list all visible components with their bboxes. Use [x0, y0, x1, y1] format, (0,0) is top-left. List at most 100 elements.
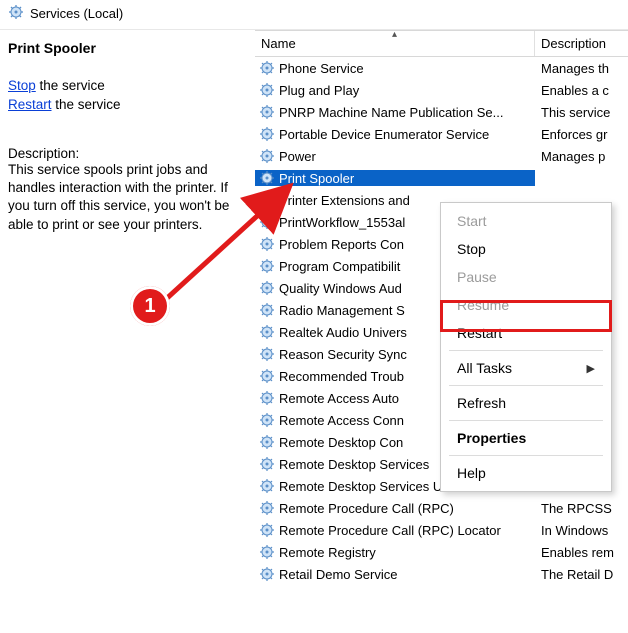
- stop-suffix: the service: [36, 78, 105, 93]
- service-row[interactable]: Remote Procedure Call (RPC) The RPCSS: [255, 497, 628, 519]
- menu-properties[interactable]: Properties: [443, 424, 609, 452]
- service-desc-cell: Enforces gr: [535, 127, 628, 142]
- service-name-text: Reason Security Sync: [279, 347, 407, 362]
- menu-resume: Resume: [443, 291, 609, 319]
- service-gear-icon: [259, 478, 275, 494]
- service-row[interactable]: Remote Procedure Call (RPC) Locator In Wi…: [255, 519, 628, 541]
- service-gear-icon: [259, 346, 275, 362]
- service-name-cell: Plug and Play: [255, 82, 535, 98]
- service-row[interactable]: Retail Demo Service The Retail D: [255, 563, 628, 585]
- menu-resume-label: Resume: [457, 297, 509, 313]
- service-gear-icon: [259, 412, 275, 428]
- service-row[interactable]: PNRP Machine Name Publication Se...This …: [255, 101, 628, 123]
- service-gear-icon: [259, 500, 275, 516]
- service-gear-icon: [259, 60, 275, 76]
- service-desc-cell: Manages th: [535, 61, 628, 76]
- menu-restart-label: Restart: [457, 325, 502, 341]
- stop-link[interactable]: Stop: [8, 78, 36, 93]
- description-text: This service spools print jobs and handl…: [8, 161, 247, 234]
- service-name-text: Portable Device Enumerator Service: [279, 127, 489, 142]
- service-name-text: Remote Procedure Call (RPC) Locator: [279, 523, 501, 538]
- menu-separator: [449, 385, 603, 386]
- service-gear-icon: [259, 302, 275, 318]
- service-name-cell: Retail Demo Service: [255, 566, 535, 582]
- context-menu: Start Stop Pause Resume Restart All Task…: [440, 202, 612, 492]
- menu-all-tasks-label: All Tasks: [457, 360, 512, 376]
- service-desc-cell: Manages p: [535, 149, 628, 164]
- service-gear-icon: [259, 280, 275, 296]
- menu-refresh[interactable]: Refresh: [443, 389, 609, 417]
- service-name-text: Power: [279, 149, 316, 164]
- service-gear-icon: [259, 82, 275, 98]
- service-gear-icon: [259, 258, 275, 274]
- service-name-text: Remote Access Auto: [279, 391, 399, 406]
- menu-start-label: Start: [457, 213, 487, 229]
- service-row[interactable]: Print Spooler: [255, 167, 628, 189]
- service-gear-icon: [259, 236, 275, 252]
- service-name-cell: Remote Procedure Call (RPC): [255, 500, 535, 516]
- menu-help-label: Help: [457, 465, 486, 481]
- restart-service-line: Restart the service: [8, 97, 247, 112]
- service-gear-icon: [259, 148, 275, 164]
- service-desc-cell: Enables rem: [535, 545, 628, 560]
- service-row[interactable]: Phone Service Manages th: [255, 57, 628, 79]
- service-name-text: Program Compatibilit: [279, 259, 400, 274]
- service-row[interactable]: Portable Device Enumerator Service Enforc…: [255, 123, 628, 145]
- menu-start: Start: [443, 207, 609, 235]
- service-name-cell: Print Spooler: [255, 170, 535, 186]
- window-title: Services (Local): [30, 6, 123, 21]
- menu-restart[interactable]: Restart: [443, 319, 609, 347]
- service-name-text: Realtek Audio Univers: [279, 325, 407, 340]
- service-row[interactable]: Plug and PlayEnables a c: [255, 79, 628, 101]
- service-desc-cell: In Windows: [535, 523, 628, 538]
- service-name-text: Remote Desktop Con: [279, 435, 403, 450]
- stop-service-line: Stop the service: [8, 78, 247, 93]
- service-name-text: Radio Management S: [279, 303, 405, 318]
- menu-separator: [449, 420, 603, 421]
- service-desc-cell: The Retail D: [535, 567, 628, 582]
- service-gear-icon: [259, 126, 275, 142]
- menu-stop[interactable]: Stop: [443, 235, 609, 263]
- service-name-cell: Phone Service: [255, 60, 535, 76]
- service-row[interactable]: Power Manages p: [255, 145, 628, 167]
- restart-suffix: the service: [52, 97, 121, 112]
- restart-link[interactable]: Restart: [8, 97, 52, 112]
- service-name-text: Retail Demo Service: [279, 567, 398, 582]
- service-name-cell: PNRP Machine Name Publication Se...: [255, 104, 535, 120]
- service-name-text: Quality Windows Aud: [279, 281, 402, 296]
- menu-pause: Pause: [443, 263, 609, 291]
- service-name-cell: Power: [255, 148, 535, 164]
- menu-all-tasks[interactable]: All Tasks ▶: [443, 354, 609, 382]
- service-name-cell: Remote Registry: [255, 544, 535, 560]
- menu-properties-label: Properties: [457, 430, 526, 446]
- service-row[interactable]: Remote RegistryEnables rem: [255, 541, 628, 563]
- service-name-text: Recommended Troub: [279, 369, 404, 384]
- service-name-text: Phone Service: [279, 61, 364, 76]
- service-gear-icon: [259, 390, 275, 406]
- service-name-text: Print Spooler: [279, 171, 354, 186]
- column-header-name[interactable]: ▴ Name: [255, 31, 535, 56]
- service-name-text: Remote Access Conn: [279, 413, 404, 428]
- service-gear-icon: [259, 566, 275, 582]
- menu-help[interactable]: Help: [443, 459, 609, 487]
- service-desc-cell: The RPCSS: [535, 501, 628, 516]
- column-header-description[interactable]: Description: [535, 31, 628, 56]
- submenu-arrow-icon: ▶: [587, 362, 595, 375]
- selected-service-name: Print Spooler: [8, 40, 247, 56]
- sort-indicator-icon: ▴: [392, 29, 397, 40]
- menu-pause-label: Pause: [457, 269, 497, 285]
- service-name-text: Remote Procedure Call (RPC): [279, 501, 454, 516]
- service-gear-icon: [259, 544, 275, 560]
- service-gear-icon: [259, 434, 275, 450]
- service-gear-icon: [259, 214, 275, 230]
- menu-separator: [449, 350, 603, 351]
- service-name-text: Remote Desktop Services: [279, 457, 429, 472]
- service-gear-icon: [259, 192, 275, 208]
- service-gear-icon: [259, 324, 275, 340]
- description-label: Description:: [8, 146, 247, 161]
- service-gear-icon: [259, 104, 275, 120]
- service-desc-cell: This service: [535, 105, 628, 120]
- service-gear-icon: [259, 456, 275, 472]
- detail-pane: Print Spooler Stop the service Restart t…: [0, 30, 255, 633]
- service-desc-cell: Enables a c: [535, 83, 628, 98]
